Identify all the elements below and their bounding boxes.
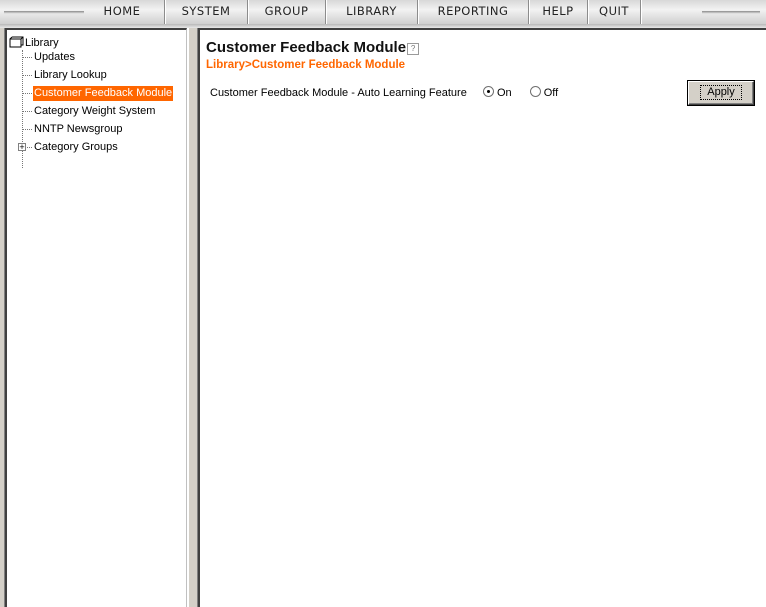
tree-connector: [22, 111, 32, 112]
content-panel: Customer Feedback Module? Library>Custom…: [198, 28, 766, 607]
tree-connector: [22, 129, 32, 130]
menu-group[interactable]: GROUP: [248, 0, 326, 24]
auto-learning-setting-row: Customer Feedback Module - Auto Learning…: [210, 86, 558, 100]
menu-items: HOME SYSTEM GROUP LIBRARY REPORTING HELP…: [80, 0, 641, 24]
menu-decor-line: [702, 11, 760, 14]
page-title-wrap: Customer Feedback Module?: [206, 39, 420, 56]
apply-button-label: Apply: [700, 85, 742, 100]
apply-button[interactable]: Apply: [688, 81, 754, 105]
tree-root[interactable]: Library: [9, 36, 59, 50]
radio-on-label: On: [496, 87, 512, 99]
tree-connector: [22, 75, 32, 76]
radio-off-label: Off: [543, 87, 559, 99]
setting-label: Customer Feedback Module - Auto Learning…: [210, 87, 467, 99]
breadcrumb: Library>Customer Feedback Module: [206, 59, 406, 71]
folder-icon: [9, 36, 24, 48]
tree-connector: [22, 57, 32, 58]
menu-help[interactable]: HELP: [529, 0, 588, 24]
page-title: Customer Feedback Module: [206, 39, 407, 56]
frame-splitter[interactable]: [188, 28, 198, 607]
tree-root-label: Library: [25, 37, 59, 49]
menu-library[interactable]: LIBRARY: [326, 0, 418, 24]
tree-item-label: Customer Feedback Module: [33, 86, 174, 101]
tree-connector: [22, 93, 32, 94]
tree-item-label: NNTP Newsgroup: [34, 123, 123, 135]
tree-item-label: Library Lookup: [34, 69, 107, 81]
menu-system[interactable]: SYSTEM: [165, 0, 248, 24]
top-menu-bar: HOME SYSTEM GROUP LIBRARY REPORTING HELP…: [0, 0, 766, 25]
menu-home[interactable]: HOME: [80, 0, 165, 24]
menu-reporting[interactable]: REPORTING: [418, 0, 529, 24]
navigation-tree-panel: Library Updates Library Lookup Customer …: [5, 28, 187, 607]
tree-item-label: Updates: [34, 51, 75, 63]
radio-on[interactable]: [482, 86, 494, 97]
radio-off[interactable]: [529, 86, 541, 97]
menu-quit[interactable]: QUIT: [588, 0, 641, 24]
tree-item-label: Category Groups: [34, 141, 118, 153]
help-icon[interactable]: ?: [407, 43, 420, 55]
menu-decor-line: [4, 11, 84, 14]
tree-item-label: Category Weight System: [34, 105, 156, 117]
expand-plus-icon[interactable]: +: [18, 143, 26, 152]
